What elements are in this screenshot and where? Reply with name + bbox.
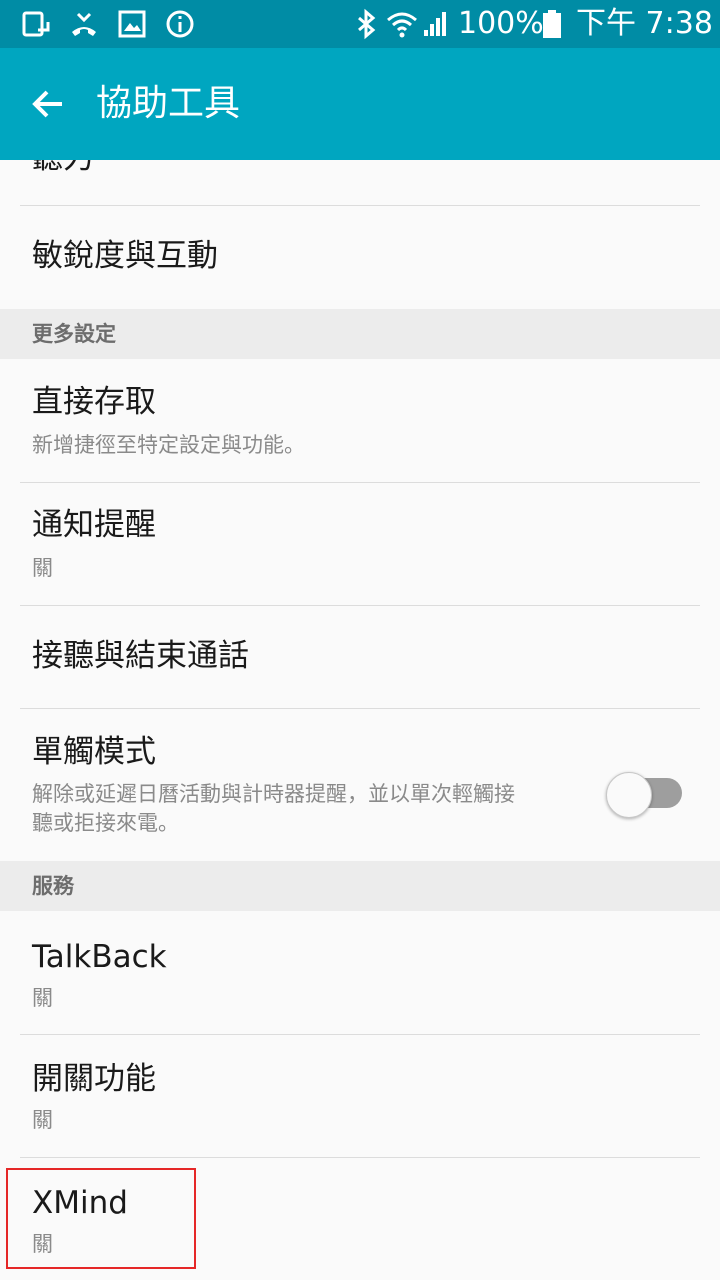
signal-icon <box>424 12 446 36</box>
list-item-direct-access[interactable]: 直接存取 新增捷徑至特定設定與功能。 <box>0 359 720 482</box>
list-item-subtitle: 聽或拒接來電。 <box>32 811 179 835</box>
list-item-title: 敏銳度與互動 <box>32 238 218 274</box>
list-item-subtitle: 關 <box>32 1108 53 1132</box>
section-header-services: 服務 <box>0 861 720 911</box>
highlight-box <box>6 1168 196 1269</box>
page-title: 協助工具 <box>96 83 241 124</box>
back-button[interactable] <box>24 80 72 128</box>
list-item-title: 開關功能 <box>32 1061 156 1097</box>
list-item-subtitle: 關 <box>32 556 53 580</box>
battery-percent: 100% <box>458 6 544 41</box>
list-item-switch-access[interactable]: 開關功能 關 <box>0 1035 720 1157</box>
list-item-notification-reminder[interactable]: 通知提醒 關 <box>0 483 720 605</box>
list-item-talkback[interactable]: TalkBack 關 <box>0 911 720 1034</box>
missed-call-icon <box>72 12 96 36</box>
screen-mirroring-icon <box>22 11 50 37</box>
list-item-title: 通知提醒 <box>32 507 156 543</box>
list-item-subtitle: 新增捷徑至特定設定與功能。 <box>32 433 305 457</box>
battery-icon <box>543 10 561 38</box>
settings-list[interactable]: 聽力 敏銳度與互動 更多設定 直接存取 新增捷徑至特定設定與功能。 通知提醒 關… <box>0 160 720 1280</box>
list-item-hearing[interactable]: 聽力 <box>0 160 720 205</box>
list-item-title: 聽力 <box>32 160 94 178</box>
list-item-title: 直接存取 <box>32 384 156 420</box>
list-item-title: TalkBack <box>32 939 167 975</box>
section-header-label: 更多設定 <box>32 322 116 346</box>
gallery-icon <box>118 10 146 38</box>
toggle-thumb <box>606 772 652 818</box>
section-header-label: 服務 <box>32 874 74 898</box>
list-item-title: 接聽與結束通話 <box>32 638 249 674</box>
list-item-dexterity-interaction[interactable]: 敏銳度與互動 <box>0 206 720 309</box>
single-tap-toggle[interactable] <box>606 772 684 818</box>
status-bar: 100% 下午 7:38 <box>0 0 720 48</box>
arrow-left-icon <box>32 90 62 118</box>
wifi-icon <box>387 12 417 38</box>
list-item-subtitle: 關 <box>32 986 53 1010</box>
info-icon <box>166 10 194 38</box>
bluetooth-icon <box>358 8 376 40</box>
section-header-more-settings: 更多設定 <box>0 309 720 359</box>
list-item-title: 單觸模式 <box>32 734 156 770</box>
app-bar: 協助工具 <box>0 48 720 160</box>
list-item-subtitle: 解除或延遲日曆活動與計時器提醒，並以單次輕觸接 <box>32 782 515 806</box>
list-item-single-tap-mode[interactable]: 單觸模式 解除或延遲日曆活動與計時器提醒，並以單次輕觸接 聽或拒接來電。 <box>0 709 720 861</box>
list-item-answer-end-calls[interactable]: 接聽與結束通話 <box>0 606 720 708</box>
clock: 下午 7:38 <box>576 6 713 41</box>
